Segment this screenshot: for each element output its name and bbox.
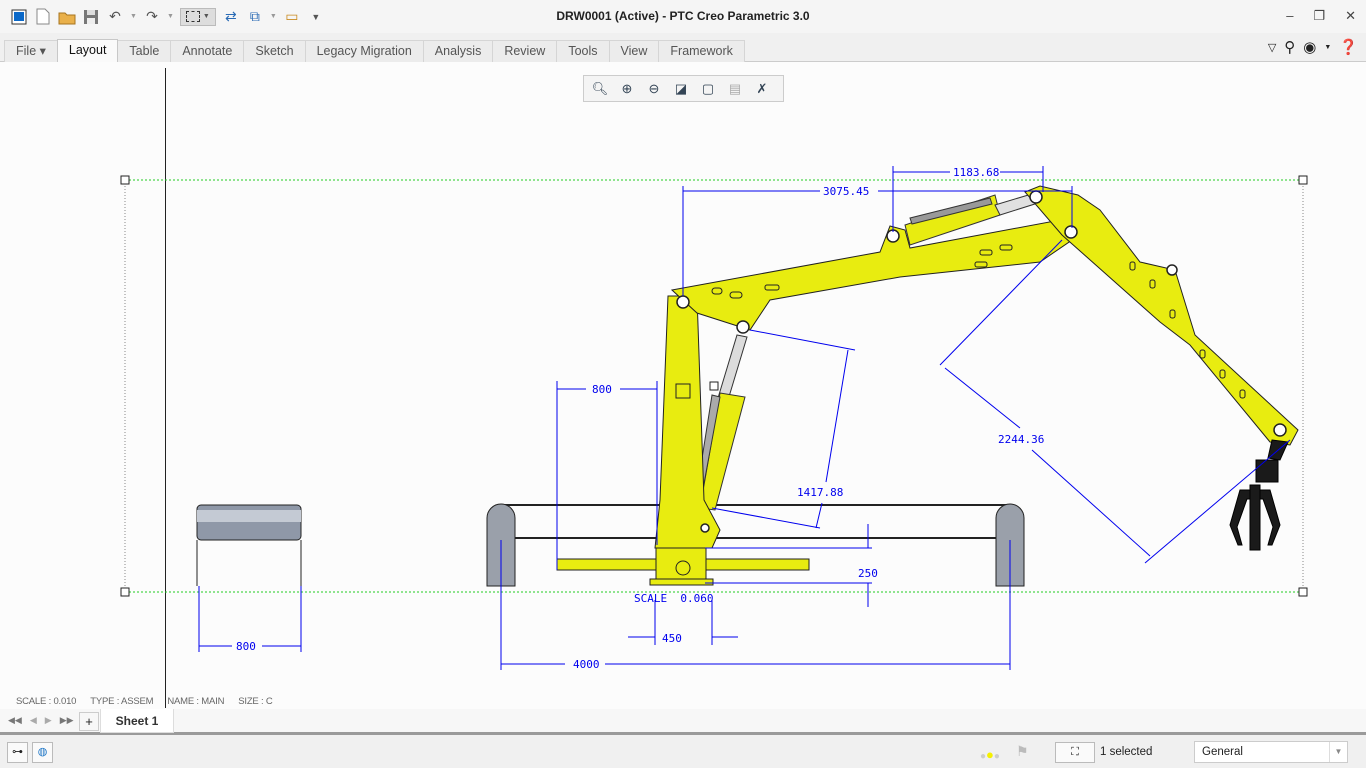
dim-800-top[interactable]: 800 — [592, 383, 612, 396]
filter-value: General — [1202, 746, 1243, 758]
dim-800-side[interactable]: 800 — [236, 640, 256, 653]
model-tree-icon[interactable]: ⊶ — [7, 742, 28, 763]
dim-3075-45[interactable]: 3075.45 — [823, 185, 869, 198]
dim-250[interactable]: 250 — [858, 567, 878, 580]
selection-count: 1 selected — [1100, 746, 1153, 758]
info-size: SIZE : C — [238, 696, 273, 707]
grapple — [1229, 439, 1289, 551]
first-sheet-icon[interactable]: ◀◀ — [8, 715, 22, 726]
view-scale-note[interactable]: SCALE 0.060 — [634, 592, 713, 605]
find-icon[interactable]: ⛶ — [1055, 742, 1095, 763]
dim-450[interactable]: 450 — [662, 632, 682, 645]
sheet-tab-1[interactable]: Sheet 1 — [100, 709, 174, 733]
side-roller — [196, 504, 302, 586]
prev-sheet-icon[interactable]: ◀ — [30, 715, 37, 726]
drawing-view[interactable]: 1183.68 3075.45 800 2244.36 1417.88 250 … — [0, 0, 1366, 710]
add-sheet-button[interactable]: + — [79, 712, 99, 731]
last-sheet-icon[interactable]: ▶▶ — [60, 715, 74, 726]
info-scale: SCALE : 0.010 — [16, 696, 77, 707]
dimension-lines — [198, 166, 1291, 670]
info-type: TYPE : ASSEM — [90, 696, 154, 707]
regen-status-icon: ●●● — [980, 747, 1000, 762]
dim-2244-36[interactable]: 2244.36 — [998, 433, 1044, 446]
chevron-down-icon[interactable]: ▼ — [1329, 742, 1347, 762]
jib-boom — [1024, 185, 1299, 446]
browser-icon[interactable]: ◍ — [32, 742, 53, 763]
status-bar: ⊶ ◍ ●●● ⚑ ⛶ 1 selected General ▼ — [0, 738, 1366, 768]
dim-1417-88[interactable]: 1417.88 — [797, 486, 843, 499]
main-boom — [670, 219, 1076, 331]
sheet-bar: ◀◀ ◀ ▶ ▶▶ + Sheet 1 — [0, 709, 1366, 735]
dim-1183-68[interactable]: 1183.68 — [953, 166, 999, 179]
info-name: NAME : MAIN — [167, 696, 225, 707]
flag-icon[interactable]: ⚑ — [1016, 743, 1029, 760]
drawing-info: SCALE : 0.010 TYPE : ASSEM NAME : MAIN S… — [16, 696, 273, 707]
filter-select[interactable]: General ▼ — [1194, 741, 1348, 763]
next-sheet-icon[interactable]: ▶ — [45, 715, 52, 726]
dim-4000[interactable]: 4000 — [573, 658, 600, 671]
